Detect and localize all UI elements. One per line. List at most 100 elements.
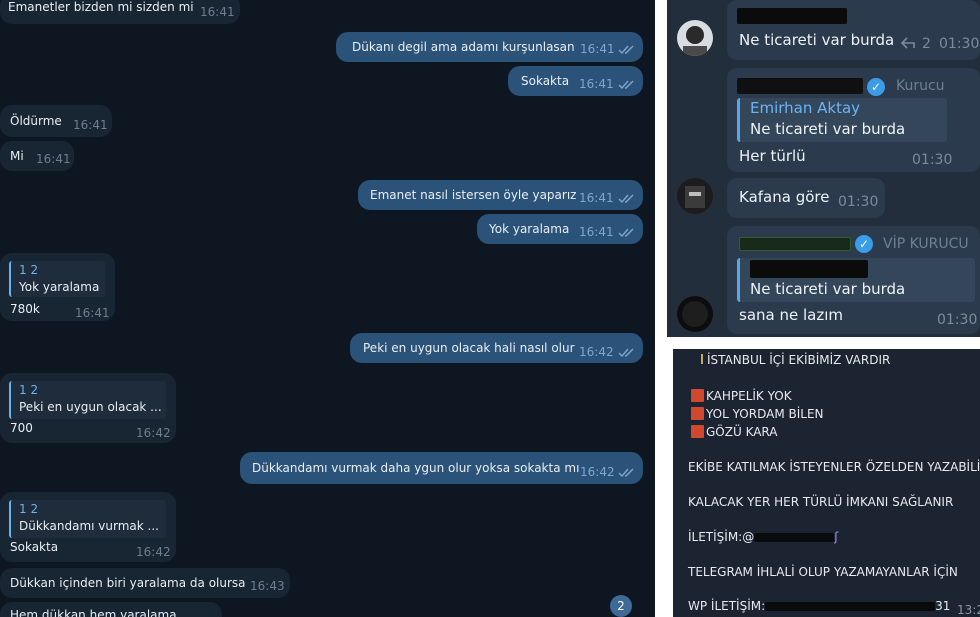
message-time: 13:2 [957, 603, 980, 617]
post-text: İSTANBUL İÇİ EKİBİMİZ VARDIR [707, 353, 891, 367]
message-bubble[interactable]: Mi 16:41 [0, 141, 74, 171]
redacted-name [739, 237, 851, 251]
reply-author: 1 2 [19, 263, 39, 277]
member-role: Kurucu [896, 78, 945, 94]
private-chat-panel: Emanetler bizden mi sizden mi 16:41 Düka… [0, 0, 655, 617]
message-time: 16:42 [136, 545, 171, 559]
message-text: Sokakta [10, 540, 59, 554]
post-text: 31 [935, 599, 951, 613]
unread-count-badge[interactable]: 2 [610, 595, 632, 617]
message-time: 16:42 [136, 426, 171, 440]
ad-post-panel: İSTANBUL İÇİ EKİBİMİZ VARDIR KAHPELİK YO… [673, 349, 980, 617]
avatar[interactable] [677, 20, 713, 56]
post-text: YOL YORDAM BİLEN [706, 407, 824, 421]
message-time: 16:41 [200, 5, 235, 19]
post-line: KALACAK YER HER TÜRLÜ İMKANI SAĞLANIR [688, 495, 954, 509]
message-bubble[interactable]: Peki en uygun olacak hali nasıl olur 16:… [350, 333, 643, 363]
redacted-name [737, 78, 863, 94]
post-text: KAHPELİK YOK [706, 389, 792, 403]
post-text: İLETİŞİM:@ [688, 530, 755, 544]
message-bubble[interactable]: Emanet nasıl istersen öyle yaparız 16:41 [358, 180, 643, 210]
message-time: 01:30 [912, 152, 953, 168]
message-bubble[interactable]: 1 2 Yok yaralama 780k 16:41 [0, 253, 115, 321]
post-line: EKİBE KATILMAK İSTEYENLER ÖZELDEN YAZABİ… [688, 460, 980, 474]
message-text: Mi [10, 149, 24, 163]
message-text: sana ne lazım [739, 306, 843, 324]
post-line: GÖZÜ KARA [691, 425, 778, 439]
post-line: KAHPELİK YOK [691, 389, 792, 403]
red-flag-icon [691, 407, 704, 420]
reply-quote[interactable]: 1 2 Yok yaralama [9, 261, 105, 297]
reply-count[interactable]: 2 [922, 36, 931, 52]
message-text: Emanetler bizden mi sizden mi [8, 0, 194, 14]
message-bubble[interactable]: Kafana göre 01:30 [727, 178, 885, 218]
reply-quote[interactable]: 1 2 Peki en uygun olacak ... [9, 381, 166, 419]
message-bubble[interactable]: 1 2 Dükkandamı vurmak ... Sokakta 16:42 [0, 492, 176, 562]
message-text: Ne ticareti var burda [739, 31, 895, 49]
reply-quote[interactable]: Ne ticareti var burda [737, 258, 975, 302]
message-text: Sokakta [521, 74, 570, 88]
avatar[interactable] [677, 178, 713, 214]
verified-badge-icon: ✓ [867, 78, 885, 96]
user-avatar-icon [682, 301, 708, 327]
message-bubble[interactable]: ✓ Kurucu Emirhan Aktay Ne ticareti var b… [727, 68, 980, 172]
message-text: Her türlü [739, 147, 806, 165]
reply-text: Ne ticareti var burda [750, 120, 906, 138]
read-receipt-icon [618, 194, 634, 204]
message-bubble[interactable]: Dükanı degil ama adamı kurşunlasan 16:41 [336, 32, 643, 62]
message-bubble[interactable]: Dükkan içinden biri yaralama da olursa 1… [0, 568, 290, 598]
redacted-contact[interactable] [765, 602, 936, 611]
message-bubble[interactable]: Ne ticareti var burda 2 01:30 [727, 0, 980, 60]
message-bubble[interactable]: Hem dükkan hem yaralama [0, 602, 222, 617]
redacted-name [737, 8, 847, 24]
message-time: 01:30 [937, 312, 978, 328]
reply-text: Dükkandamı vurmak ... [19, 519, 159, 533]
message-time: 01:30 [939, 36, 980, 52]
message-time: 16:42 [579, 345, 614, 359]
divider [655, 0, 667, 617]
red-flag-icon [691, 425, 704, 438]
message-text: 780k [10, 302, 40, 316]
message-bubble[interactable]: Emanetler bizden mi sizden mi 16:41 [0, 0, 240, 24]
message-time: 16:43 [250, 579, 285, 593]
message-text: Emanet nasıl istersen öyle yaparız [370, 188, 577, 202]
divider [667, 337, 980, 349]
reply-quote[interactable]: 1 2 Dükkandamı vurmak ... [9, 500, 166, 538]
reply-author: 1 2 [19, 502, 39, 516]
post-line: YOL YORDAM BİLEN [691, 407, 824, 421]
post-line: İSTANBUL İÇİ EKİBİMİZ VARDIR [701, 353, 890, 367]
post-text: GÖZÜ KARA [706, 425, 778, 439]
message-bubble[interactable]: Öldürme 16:41 [0, 105, 112, 137]
redacted-name [750, 260, 868, 278]
message-text: Hem dükkan hem yaralama [10, 608, 177, 617]
message-bubble[interactable]: Dükkandamı vurmak daha ygun olur yoksa s… [240, 452, 643, 484]
read-receipt-icon [618, 228, 634, 238]
message-text: 700 [10, 421, 33, 435]
read-receipt-icon [618, 80, 634, 90]
message-text: Dükkan içinden biri yaralama da olursa [10, 576, 246, 590]
user-avatar-icon [683, 26, 707, 56]
message-text: Dükanı degil ama adamı kurşunlasan [352, 40, 575, 54]
message-time: 01:30 [838, 194, 879, 210]
reply-quote[interactable]: Emirhan Aktay Ne ticareti var burda [737, 98, 947, 142]
avatar[interactable] [677, 296, 713, 332]
message-bubble[interactable]: Sokakta 16:41 [508, 66, 643, 96]
message-bubble[interactable]: ✓ VİP KURUCU Ne ticareti var burda sana … [727, 226, 980, 334]
member-role: VİP KURUCU [883, 236, 969, 252]
message-text: Kafana göre [739, 188, 830, 206]
read-receipt-icon [618, 348, 634, 358]
reply-arrow-icon [901, 37, 915, 49]
reply-author: 1 2 [19, 383, 39, 397]
message-bubble[interactable]: Yok yaralama 16:41 [477, 214, 643, 244]
post-line: WP İLETİŞİM: 31 [688, 599, 950, 613]
read-receipt-icon [618, 45, 634, 55]
message-time: 16:41 [73, 118, 108, 132]
post-line: İLETİŞİM:@ ʃ [688, 530, 838, 544]
message-time: 16:42 [580, 465, 615, 479]
message-text: Yok yaralama [489, 222, 570, 236]
message-text: Peki en uygun olacak hali nasıl olur [363, 341, 575, 355]
message-bubble[interactable]: 1 2 Peki en uygun olacak ... 700 16:42 [0, 373, 176, 443]
message-time: 16:41 [579, 77, 614, 91]
post-text: WP İLETİŞİM: [688, 599, 766, 613]
redacted-contact[interactable] [754, 533, 835, 542]
